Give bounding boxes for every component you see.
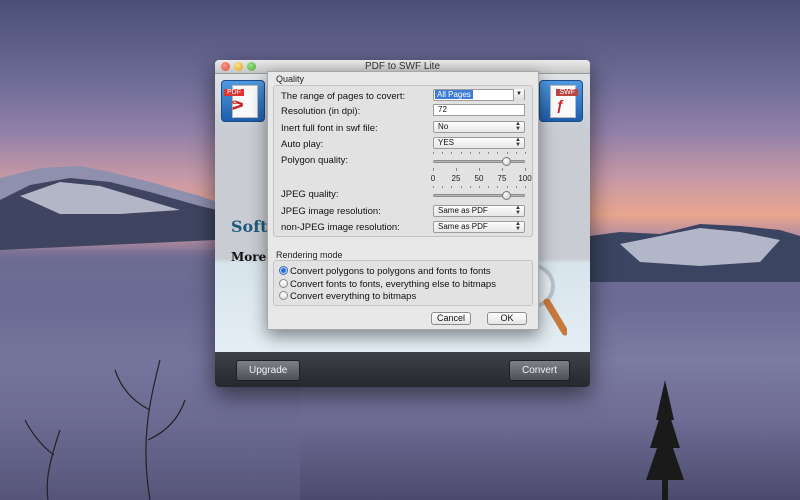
slider-minor-tick [442,152,444,154]
slider-minor-tick [460,152,462,154]
jpeg-resolution-label: JPEG image resolution: [281,206,381,217]
inert-font-label: Inert full font in swf file: [281,123,378,134]
rendering-option-label: Convert polygons to polygons and fonts t… [290,266,491,277]
jpeg-quality-label: JPEG quality: [281,189,339,200]
radio-button[interactable] [279,266,288,275]
slider-tick-label: 100 [518,174,532,183]
pdf-file-icon: PDF ᕗ [221,80,265,122]
slider-minor-tick [460,186,462,188]
swf-icon-tag: SWF [556,89,578,96]
upgrade-button[interactable]: Upgrade [236,360,301,381]
slider-tick [525,168,526,171]
jpeg-quality-slider[interactable] [433,194,525,197]
polygon-quality-label: Polygon quality: [281,155,349,166]
slider-tick-label: 50 [474,174,484,183]
slider-minor-tick [488,186,490,188]
quality-group-label: Quality [276,74,305,84]
stepper-arrows-icon: ▲ ▼ [515,137,521,148]
jpeg-resolution-value: Same as PDF [438,206,488,215]
slider-minor-tick [451,186,453,188]
inert-font-value: No [438,122,449,131]
radio-button[interactable] [279,291,288,300]
slider-minor-tick [479,186,480,188]
ok-button[interactable]: OK [487,312,527,325]
slider-tick [433,168,434,171]
slider-minor-tick [497,186,499,188]
rendering-option-label: Convert fonts to fonts, everything else … [290,279,496,290]
slider-minor-tick [525,186,526,188]
slider-minor-tick [469,186,471,188]
convert-button[interactable]: Convert [508,360,570,381]
slider-tick-label: 0 [430,174,436,183]
non-jpeg-resolution-select[interactable]: Same as PDF ▲ ▼ [433,221,525,233]
slider-tick [502,168,503,171]
cancel-button[interactable]: Cancel [431,312,471,325]
polygon-quality-slider[interactable] [433,160,525,163]
slider-minor-tick [479,152,480,154]
slider-minor-tick [469,152,471,154]
slider-minor-tick [515,152,517,154]
slider-tick [479,168,480,171]
swf-file-icon: SWF ƒ [539,80,583,122]
slider-tick-label: 75 [497,174,507,183]
rendering-option-polygons[interactable]: Convert polygons to polygons and fonts t… [279,266,491,277]
slider-tick-label: 25 [451,174,461,183]
slider-minor-tick [506,186,508,188]
jpeg-resolution-select[interactable]: Same as PDF ▲ ▼ [433,205,525,217]
stepper-arrows-icon: ▲ ▼ [515,221,521,232]
auto-play-label: Auto play: [281,139,324,150]
inert-font-select[interactable]: No ▲ ▼ [433,121,525,133]
rendering-option-label: Convert everything to bitmaps [290,291,417,302]
slider-minor-tick [515,186,517,188]
slider-minor-tick [433,152,434,154]
auto-play-select[interactable]: YES ▲ ▼ [433,137,525,149]
resolution-input[interactable]: 72 [433,104,525,116]
slider-minor-tick [442,186,444,188]
rendering-mode-group-label: Rendering mode [276,250,343,260]
auto-play-value: YES [438,138,455,147]
slider-tick [456,168,457,171]
rendering-option-fonts-bitmaps[interactable]: Convert fonts to fonts, everything else … [279,279,496,290]
page-range-combo[interactable]: All Pages ▼ [433,89,525,101]
rendering-option-bitmaps[interactable]: Convert everything to bitmaps [279,291,416,302]
slider-minor-tick [497,152,499,154]
stepper-arrows-icon: ▲ ▼ [515,205,521,216]
page-range-value: All Pages [435,90,473,99]
slider-minor-tick [506,152,508,154]
stepper-arrows-icon: ▲ ▼ [515,121,521,132]
settings-sheet: Quality The range of pages to covert: Al… [267,71,539,330]
page-range-label: The range of pages to covert: [281,91,406,102]
slider-minor-tick [433,186,434,188]
slider-minor-tick [451,152,453,154]
slider-minor-tick [488,152,490,154]
slider-minor-tick [525,152,526,154]
bottom-toolbar: Upgrade Convert [215,352,590,387]
pdf-icon-tag: PDF [224,89,244,96]
non-jpeg-resolution-value: Same as PDF [438,222,488,231]
non-jpeg-resolution-label: non-JPEG image resolution: [281,222,400,233]
chevron-down-icon[interactable]: ▼ [513,89,524,101]
radio-button[interactable] [279,279,288,288]
resolution-label: Resolution (in dpi): [281,106,361,117]
